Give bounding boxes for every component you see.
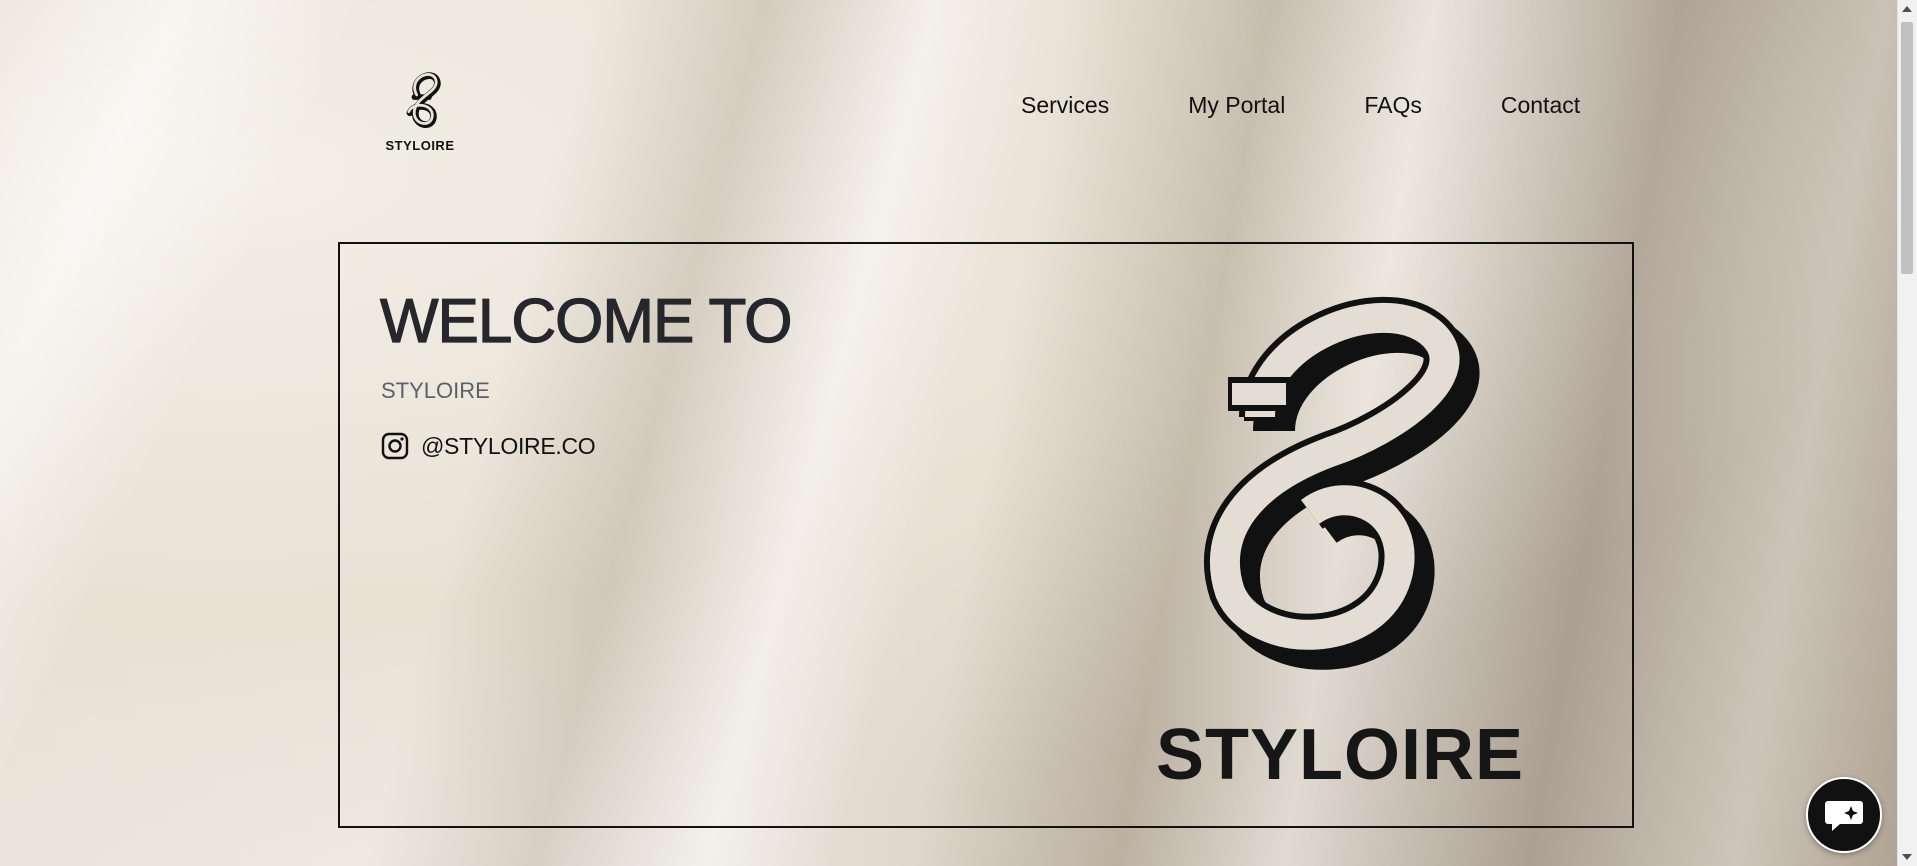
scroll-down-arrow-icon[interactable] <box>1902 854 1912 860</box>
main-nav: Services My Portal FAQs Contact <box>1021 92 1580 119</box>
nav-my-portal[interactable]: My Portal <box>1188 92 1285 119</box>
logo-text: STYLOIRE <box>385 138 455 153</box>
page-scrollbar[interactable] <box>1897 0 1917 866</box>
instagram-handle: @STYLOIRE.CO <box>421 432 596 459</box>
hero-title: WELCOME TO <box>379 286 793 356</box>
instagram-icon <box>381 432 409 460</box>
scroll-thumb[interactable] <box>1901 22 1913 274</box>
nav-services[interactable]: Services <box>1021 92 1109 119</box>
styloire-s-logo-icon <box>406 72 441 128</box>
nav-contact[interactable]: Contact <box>1501 92 1580 119</box>
brand-logo-large <box>1130 282 1550 707</box>
nav-faqs[interactable]: FAQs <box>1364 92 1422 119</box>
chat-icon <box>1825 801 1863 831</box>
styloire-s-large-icon <box>1204 296 1480 670</box>
site-logo[interactable]: STYLOIRE <box>385 68 455 158</box>
hero-subtitle: STYLOIRE <box>381 378 490 403</box>
hero-box: WELCOME TO STYLOIRE @STYLOIRE.CO STYLOIR… <box>338 242 1634 828</box>
brand-name: STYLOIRE <box>1155 715 1525 795</box>
scroll-up-arrow-icon[interactable] <box>1902 6 1912 12</box>
instagram-link[interactable]: @STYLOIRE.CO <box>381 432 596 460</box>
chat-button[interactable] <box>1806 777 1882 853</box>
